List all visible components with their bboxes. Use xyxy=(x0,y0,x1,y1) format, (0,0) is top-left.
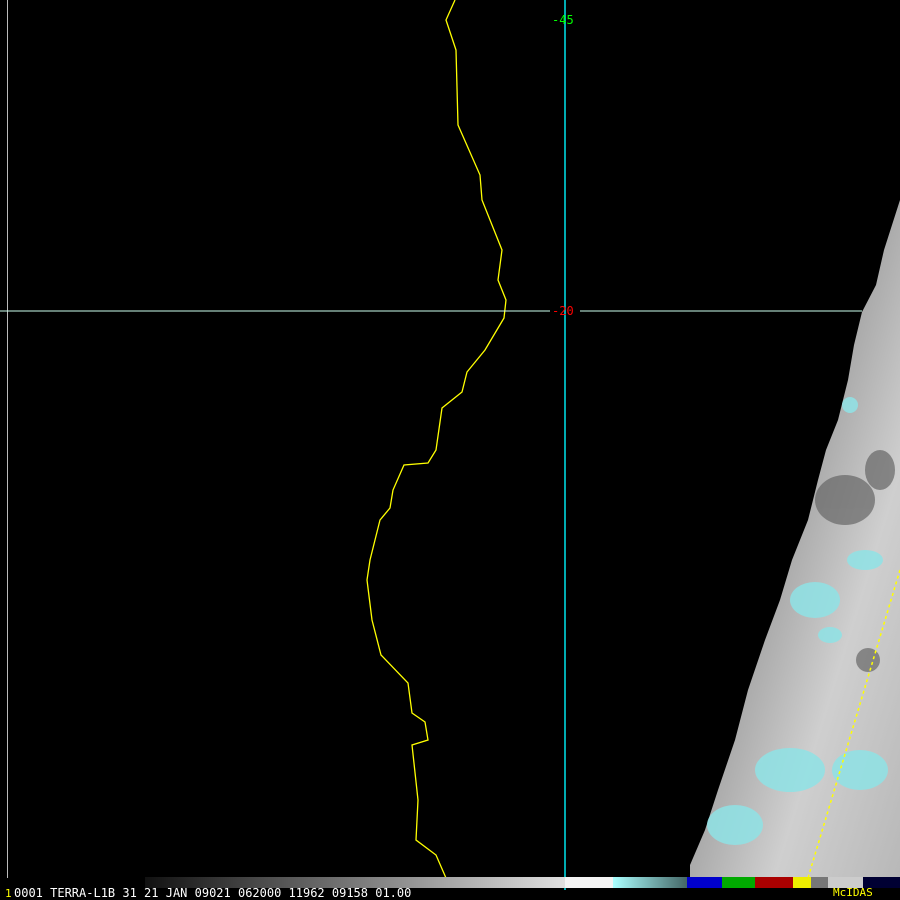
coastline xyxy=(366,0,507,879)
grid-label-center: -20 xyxy=(552,304,574,318)
mcidas-logo-text: McIDAS xyxy=(833,886,873,899)
grid-label-north: -45 xyxy=(552,13,574,27)
image-info-line: 0001 TERRA-L1B 31 21 JAN 09021 062000 11… xyxy=(14,886,412,900)
frame-number: 1 xyxy=(5,887,12,900)
image-canvas xyxy=(0,0,900,890)
satellite-image-viewer: -45 -20 1 0001 TERRA-L1B 31 21 JAN 09021… xyxy=(0,0,900,900)
